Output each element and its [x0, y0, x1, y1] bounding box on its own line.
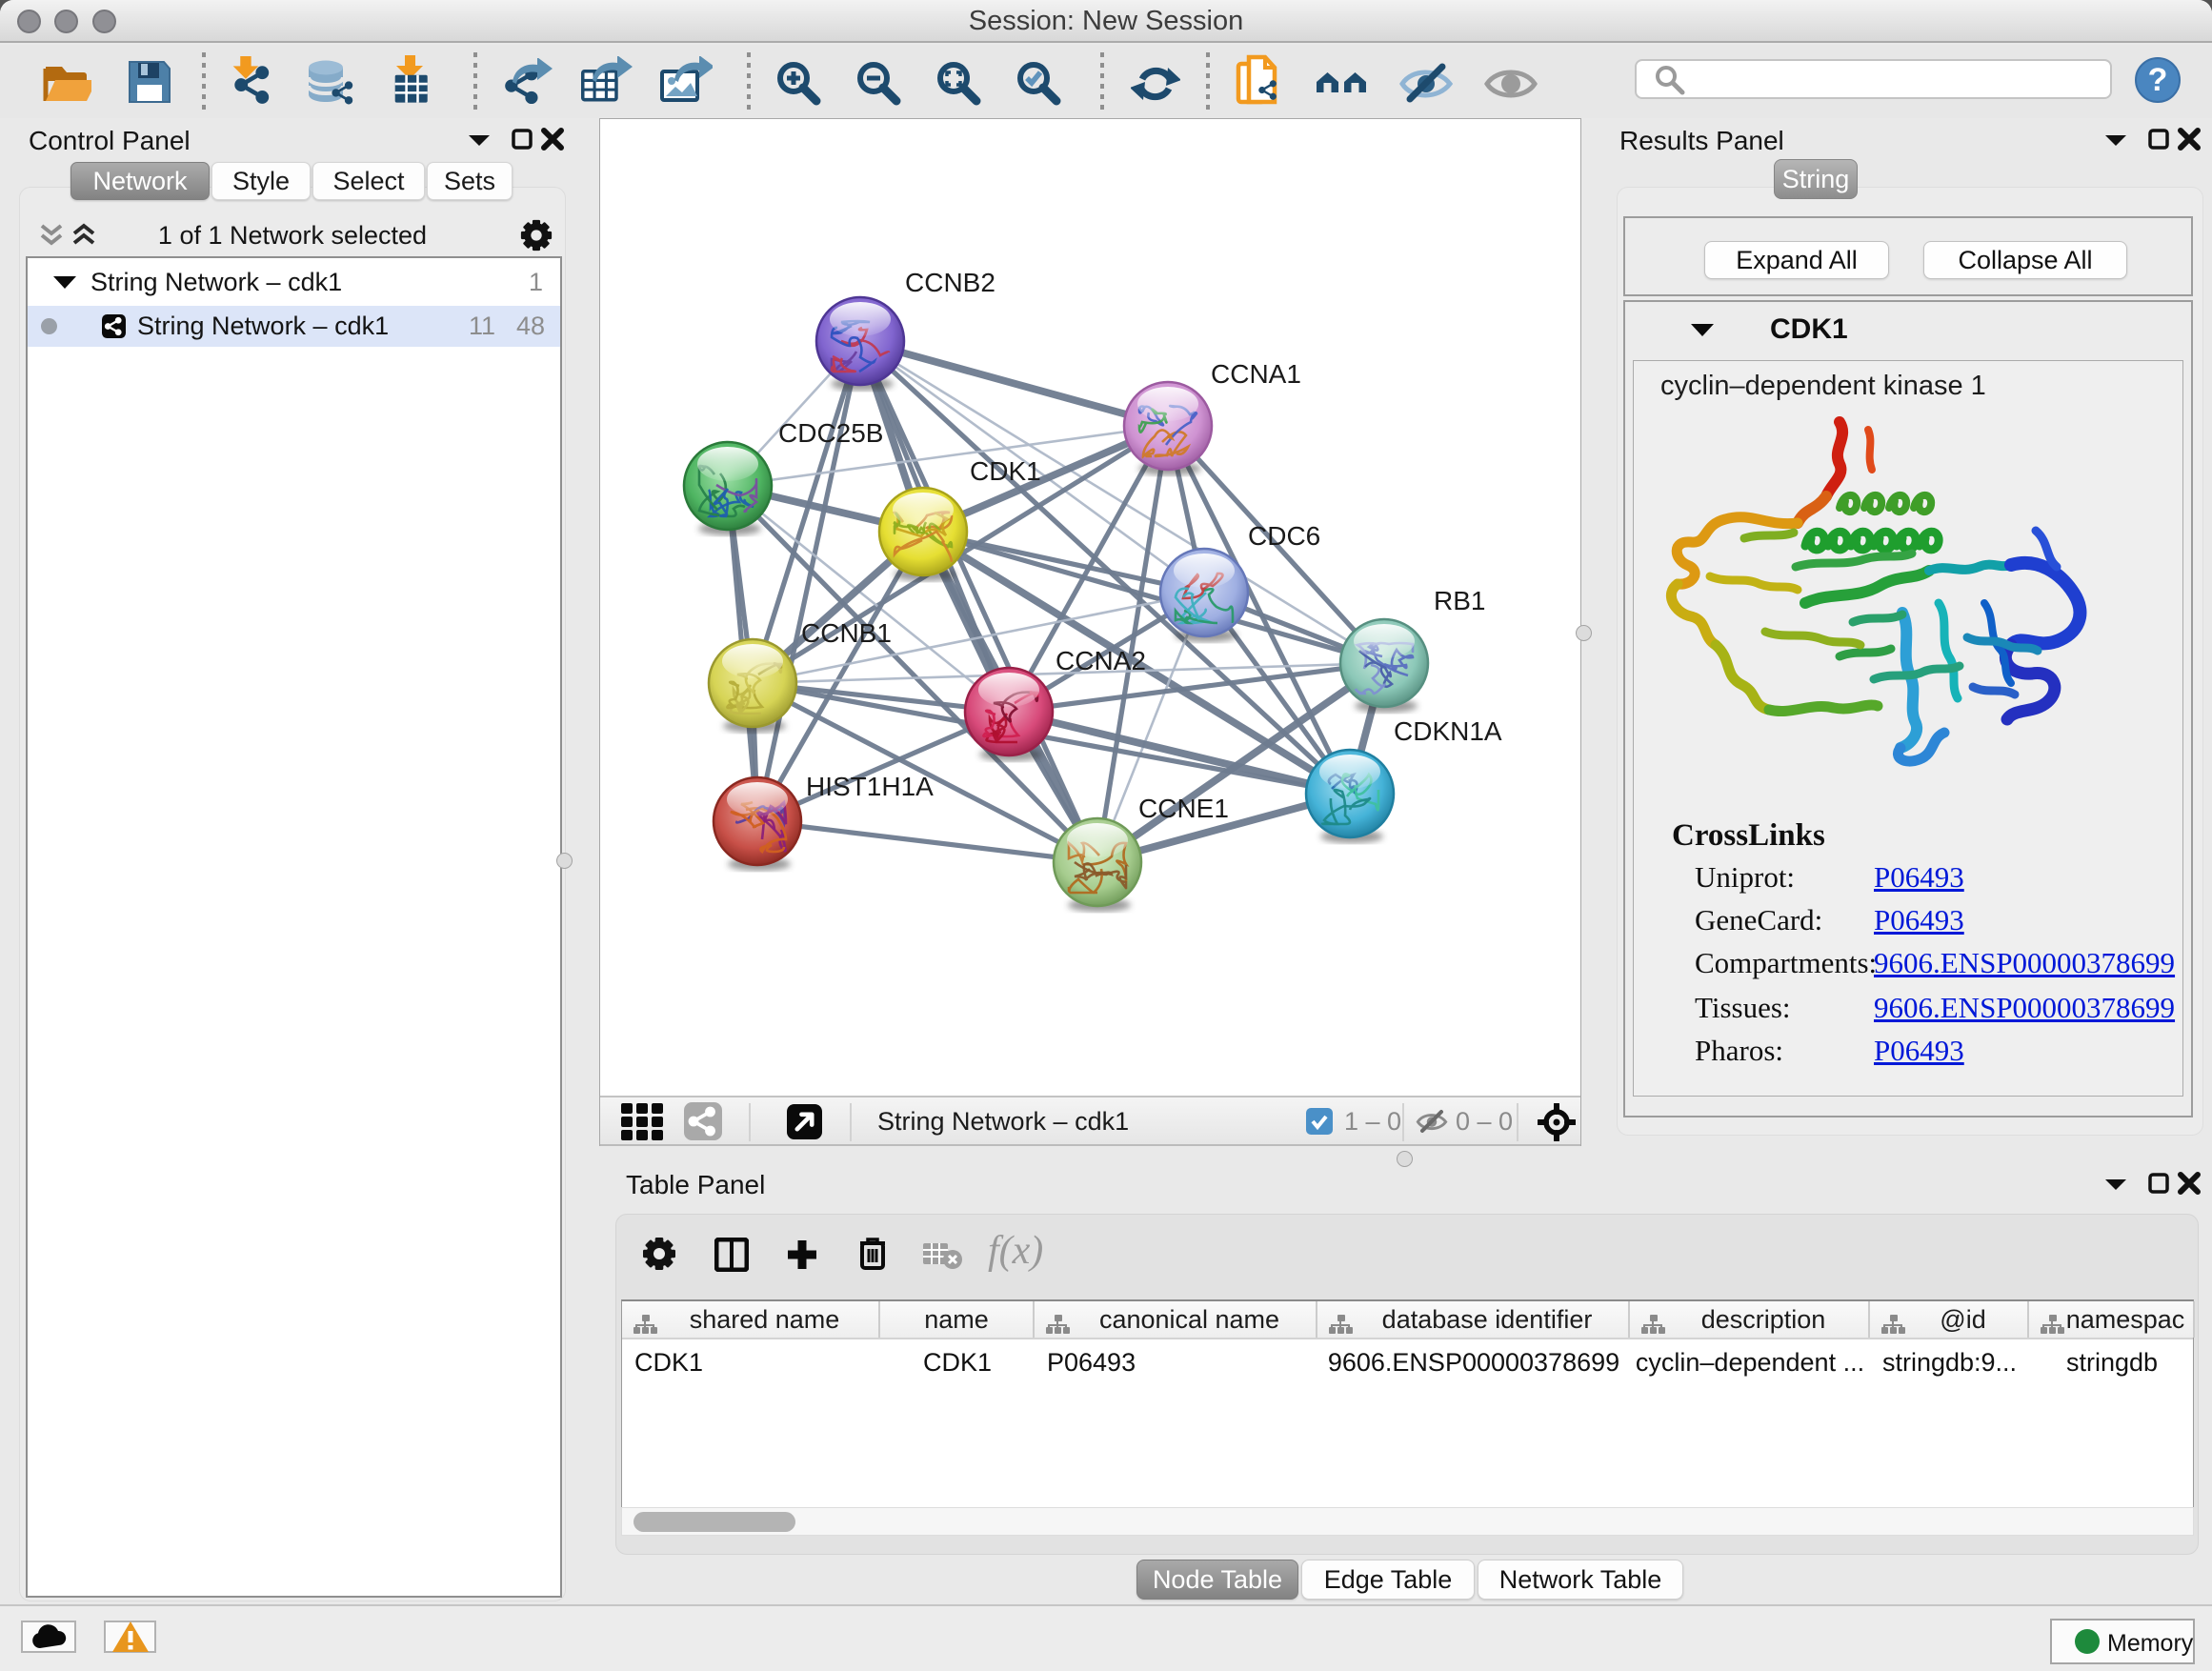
svg-text:CCNB2: CCNB2: [905, 268, 995, 297]
svg-text:CDC25B: CDC25B: [778, 418, 883, 448]
svg-text:CCNA2: CCNA2: [1056, 646, 1146, 675]
svg-text:CCNE1: CCNE1: [1138, 794, 1229, 823]
svg-text:?: ?: [2148, 62, 2168, 98]
svg-text:CDC6: CDC6: [1248, 521, 1320, 551]
svg-text:CCNA1: CCNA1: [1211, 359, 1301, 389]
svg-text:CDKN1A: CDKN1A: [1394, 716, 1502, 746]
svg-text:HIST1H1A: HIST1H1A: [806, 772, 934, 801]
svg-text:CCNB1: CCNB1: [801, 618, 892, 648]
svg-text:CDK1: CDK1: [970, 456, 1041, 486]
svg-text:RB1: RB1: [1434, 586, 1485, 615]
